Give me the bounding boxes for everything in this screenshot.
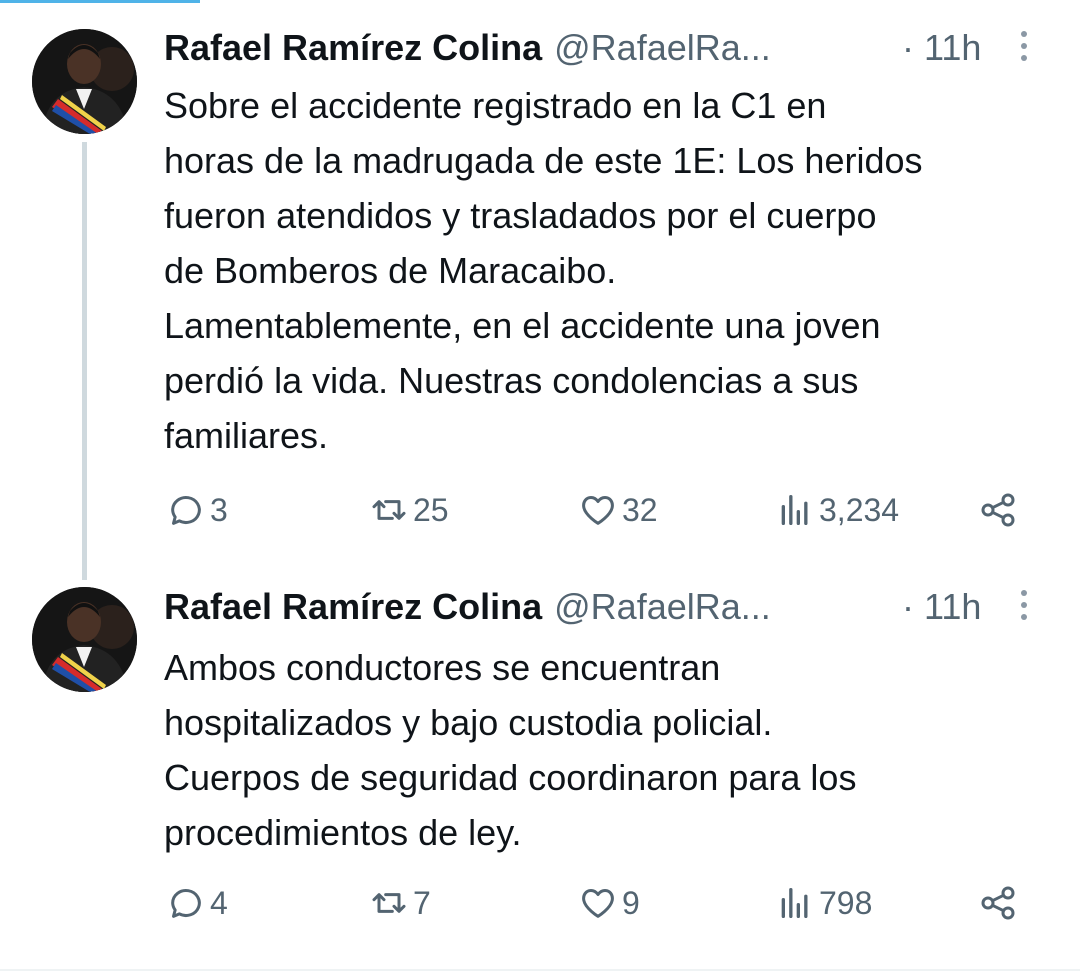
heart-icon xyxy=(582,496,614,525)
share-button[interactable] xyxy=(978,485,1022,535)
like-button[interactable]: 9 xyxy=(578,878,640,928)
reply-icon xyxy=(171,496,201,525)
reply-icon xyxy=(171,889,201,918)
reply-count: 3 xyxy=(210,491,228,528)
share-icon xyxy=(981,493,1015,527)
author-name[interactable]: Rafael Ramírez Colina xyxy=(164,586,542,628)
author-handle[interactable]: @RafaelRa... xyxy=(554,27,771,69)
author-handle[interactable]: @RafaelRa... xyxy=(554,586,771,628)
like-count: 9 xyxy=(622,884,640,921)
separator-dot: · xyxy=(902,586,914,627)
tweet[interactable]: Rafael Ramírez Colina @RafaelRa... · 11h… xyxy=(0,0,1080,580)
reply-button[interactable]: 4 xyxy=(166,878,228,928)
retweet-icon xyxy=(372,500,406,520)
retweet-icon xyxy=(372,893,406,913)
tweet-header: Rafael Ramírez Colina @RafaelRa... · 11h xyxy=(164,23,1044,73)
view-count: 798 xyxy=(819,884,873,921)
views-icon xyxy=(781,495,808,525)
retweet-count: 7 xyxy=(413,884,431,921)
more-icon[interactable] xyxy=(1017,31,1031,67)
author-name[interactable]: Rafael Ramírez Colina xyxy=(164,27,542,69)
separator-dot: · xyxy=(902,27,914,68)
view-count: 3,234 xyxy=(819,491,900,528)
views-button[interactable]: 798 xyxy=(775,878,872,928)
heart-icon xyxy=(582,889,614,918)
timestamp[interactable]: 11h xyxy=(924,586,981,628)
action-bar: 3 25 32 3,234 xyxy=(0,485,1080,535)
like-button[interactable]: 32 xyxy=(578,485,658,535)
views-button[interactable]: 3,234 xyxy=(775,485,899,535)
avatar[interactable] xyxy=(32,29,137,134)
like-count: 32 xyxy=(622,491,658,528)
reply-button[interactable]: 3 xyxy=(166,485,228,535)
more-icon[interactable] xyxy=(1017,590,1031,626)
timestamp[interactable]: 11h xyxy=(924,27,981,69)
action-bar: 4 7 9 798 xyxy=(0,878,1080,928)
retweet-button[interactable]: 7 xyxy=(369,878,431,928)
avatar[interactable] xyxy=(32,587,137,692)
retweet-button[interactable]: 25 xyxy=(369,485,449,535)
share-icon xyxy=(981,886,1015,920)
views-icon xyxy=(781,888,808,918)
tweet-text: Sobre el accidente registrado en la C1 e… xyxy=(164,85,923,456)
retweet-count: 25 xyxy=(413,491,449,528)
tweet[interactable]: Rafael Ramírez Colina @RafaelRa... · 11h… xyxy=(0,560,1080,965)
reply-count: 4 xyxy=(210,884,228,921)
tweet-text: Ambos conductores se encuentran hospital… xyxy=(164,647,857,853)
share-button[interactable] xyxy=(978,878,1022,928)
tweet-header: Rafael Ramírez Colina @RafaelRa... · 11h xyxy=(164,582,1044,632)
